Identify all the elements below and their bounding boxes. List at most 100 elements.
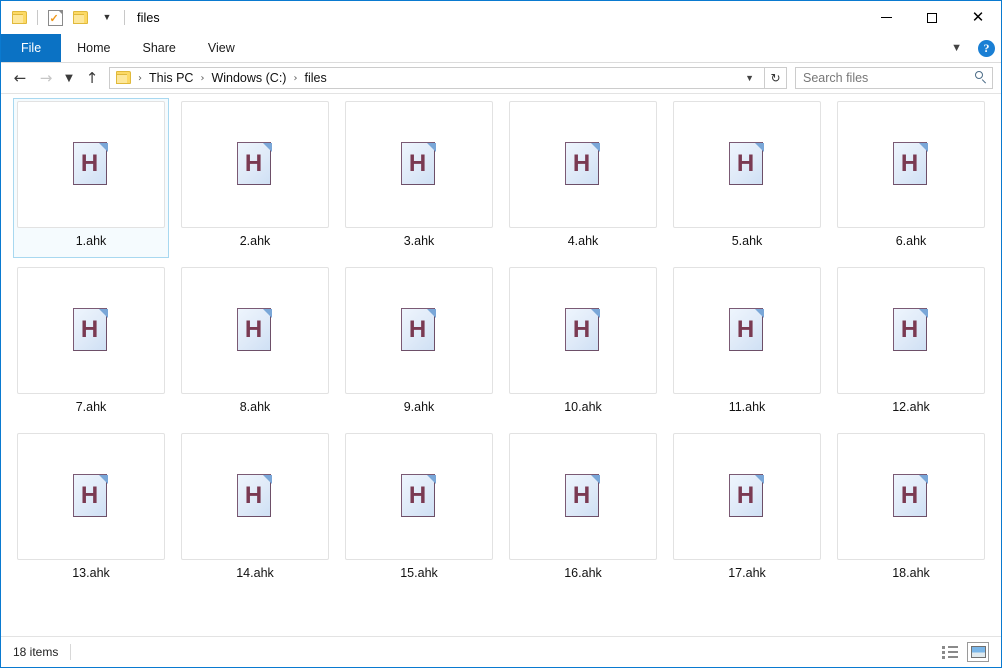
file-tile[interactable]: H 12.ahk: [833, 264, 989, 424]
file-name-label: 13.ahk: [72, 566, 110, 580]
search-icon: [974, 71, 988, 85]
large-icons-view-button[interactable]: [967, 642, 989, 662]
ribbon-tab-bar: File Home Share View ▼ ?: [1, 34, 1001, 63]
folder-icon-button[interactable]: [7, 5, 33, 31]
minimize-button[interactable]: [863, 1, 909, 34]
ahk-icon-letter: H: [900, 481, 919, 509]
breadcrumb-item-this-pc[interactable]: This PC: [146, 71, 196, 85]
breadcrumb-separator: ›: [293, 72, 298, 84]
file-thumbnail: H: [673, 101, 821, 228]
ahk-file-icon: H: [729, 474, 765, 519]
tab-view[interactable]: View: [192, 34, 251, 62]
file-tile[interactable]: H 10.ahk: [505, 264, 661, 424]
file-thumbnail: H: [181, 267, 329, 394]
file-name-label: 3.ahk: [403, 234, 435, 248]
breadcrumb-dropdown-button[interactable]: ▼: [739, 73, 760, 83]
file-list-area[interactable]: H 1.ahk H 2.ahk H 3.ahk H 4.ahk H 5.ahk H 6.ahk H 7.a…: [1, 94, 1001, 636]
toolbar-separator-2: [124, 10, 125, 25]
ahk-icon-letter: H: [572, 481, 591, 509]
ahk-file-icon: H: [73, 474, 109, 519]
file-name-label: 12.ahk: [892, 400, 930, 414]
file-tile[interactable]: H 1.ahk: [13, 98, 169, 258]
expand-ribbon-button[interactable]: ▼: [945, 40, 968, 56]
search-box[interactable]: Search files: [795, 67, 993, 89]
window-controls: ✕: [863, 1, 1001, 34]
file-thumbnail: H: [17, 101, 165, 228]
file-tile[interactable]: H 17.ahk: [669, 430, 825, 590]
file-name-label: 14.ahk: [236, 566, 274, 580]
new-folder-icon: [73, 10, 89, 25]
ahk-icon-letter: H: [244, 149, 263, 177]
file-thumbnail: H: [17, 433, 165, 560]
file-tile[interactable]: H 15.ahk: [341, 430, 497, 590]
file-tile[interactable]: H 18.ahk: [833, 430, 989, 590]
file-tile[interactable]: H 2.ahk: [177, 98, 333, 258]
file-tile[interactable]: H 3.ahk: [341, 98, 497, 258]
tab-file[interactable]: File: [1, 34, 62, 62]
tab-share[interactable]: Share: [127, 34, 192, 62]
file-name-label: 11.ahk: [728, 400, 766, 414]
breadcrumb-separator: ›: [138, 72, 142, 84]
file-name-label: 5.ahk: [731, 234, 763, 248]
file-thumbnail: H: [509, 267, 657, 394]
file-thumbnail: H: [181, 101, 329, 228]
breadcrumb-item-windows-c[interactable]: Windows (C:): [208, 71, 289, 85]
ahk-icon-letter: H: [80, 315, 99, 343]
file-tile[interactable]: H 4.ahk: [505, 98, 661, 258]
breadcrumb[interactable]: › This PC › Windows (C:) › files ▼: [109, 67, 765, 89]
file-tile[interactable]: H 8.ahk: [177, 264, 333, 424]
ahk-icon-letter: H: [80, 149, 99, 177]
new-folder-button[interactable]: [68, 5, 94, 31]
file-tile[interactable]: H 14.ahk: [177, 430, 333, 590]
file-thumbnail: H: [837, 433, 985, 560]
tab-home[interactable]: Home: [61, 34, 126, 62]
minimize-icon: [880, 17, 892, 18]
ahk-icon-letter: H: [244, 481, 263, 509]
search-input[interactable]: Search files: [803, 71, 974, 85]
ahk-file-icon: H: [401, 474, 437, 519]
status-divider: [70, 644, 72, 660]
title-bar: ✓ ▼ files ✕: [1, 1, 1001, 34]
file-name-label: 6.ahk: [895, 234, 927, 248]
item-count-label: 18 items: [13, 645, 59, 659]
file-thumbnail: H: [509, 433, 657, 560]
back-button[interactable]: ←: [7, 66, 33, 90]
close-button[interactable]: ✕: [955, 1, 1001, 34]
ahk-icon-letter: H: [900, 149, 919, 177]
chevron-down-icon: ▼: [65, 72, 73, 84]
quick-access-toolbar: ✓ ▼ files: [1, 1, 160, 34]
recent-locations-button[interactable]: ▼: [59, 66, 79, 90]
ahk-file-icon: H: [729, 142, 765, 187]
file-tile[interactable]: H 6.ahk: [833, 98, 989, 258]
ahk-icon-letter: H: [572, 149, 591, 177]
details-view-button[interactable]: [939, 642, 961, 662]
file-tile[interactable]: H 11.ahk: [669, 264, 825, 424]
help-button[interactable]: ?: [978, 39, 995, 57]
up-button[interactable]: ↑: [79, 66, 105, 90]
ahk-file-icon: H: [237, 308, 273, 353]
file-thumbnail: H: [837, 267, 985, 394]
file-name-label: 17.ahk: [728, 566, 766, 580]
breadcrumb-item-files[interactable]: files: [301, 71, 329, 85]
forward-button[interactable]: →: [33, 66, 59, 90]
chevron-down-icon: ▼: [102, 12, 112, 22]
status-bar: 18 items: [1, 636, 1001, 667]
view-mode-buttons: [939, 642, 995, 662]
file-tile[interactable]: H 9.ahk: [341, 264, 497, 424]
file-tile[interactable]: H 5.ahk: [669, 98, 825, 258]
ahk-icon-letter: H: [408, 481, 427, 509]
properties-button[interactable]: ✓: [42, 5, 68, 31]
ahk-icon-letter: H: [900, 315, 919, 343]
ribbon-right-controls: ▼ ?: [945, 34, 995, 62]
file-name-label: 7.ahk: [75, 400, 107, 414]
maximize-icon: [927, 12, 937, 23]
file-tile[interactable]: H 13.ahk: [13, 430, 169, 590]
ahk-icon-letter: H: [408, 149, 427, 177]
customize-quick-access-button[interactable]: ▼: [94, 5, 120, 31]
file-name-label: 1.ahk: [75, 234, 107, 248]
refresh-button[interactable]: ↻: [765, 67, 787, 89]
maximize-button[interactable]: [909, 1, 955, 34]
file-tile[interactable]: H 7.ahk: [13, 264, 169, 424]
file-tile[interactable]: H 16.ahk: [505, 430, 661, 590]
folder-icon: [12, 10, 28, 25]
